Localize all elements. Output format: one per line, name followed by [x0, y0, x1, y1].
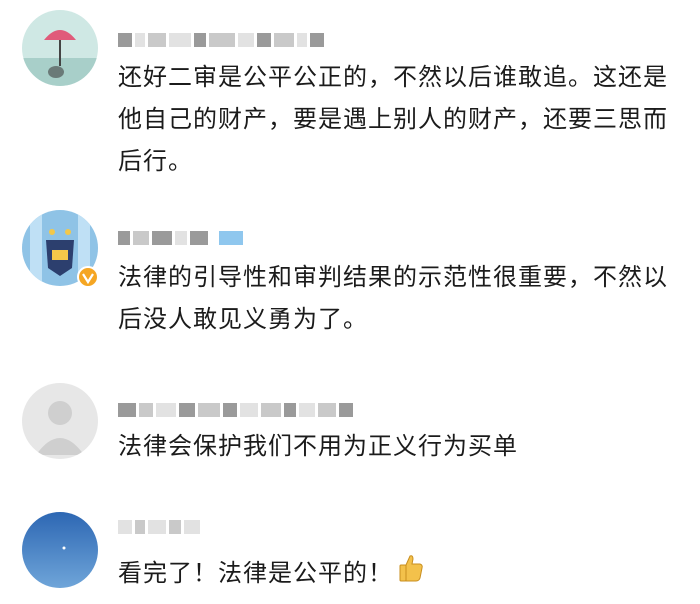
comment-text: 法律会保护我们不用为正义行为买单 [118, 432, 518, 460]
username-pixelated[interactable] [118, 515, 200, 539]
avatar[interactable] [22, 512, 98, 588]
avatar[interactable] [22, 383, 98, 459]
default-avatar-icon [22, 383, 98, 459]
thumbs-up-icon [397, 553, 425, 596]
verified-badge-icon [77, 266, 99, 288]
comment-text: 法律的引导性和审判结果的示范性很重要，不然以后没人敢见义勇为了。 [118, 263, 668, 333]
avatar[interactable] [22, 10, 98, 86]
comment-text: 看完了！法律是公平的！ [118, 559, 393, 587]
avatar-sky-image [22, 512, 98, 588]
username-pixelated[interactable] [118, 28, 324, 52]
comment-text: 还好二审是公平公正的，不然以后谁敢追。这还是他自己的财产，要是遇上别人的财产，还… [118, 63, 668, 175]
username-pixelated[interactable] [118, 398, 353, 422]
username-pixelated[interactable] [118, 226, 243, 250]
comment-text-row: 看完了！法律是公平的！ [118, 552, 678, 596]
avatar-umbrella-image [22, 10, 98, 86]
